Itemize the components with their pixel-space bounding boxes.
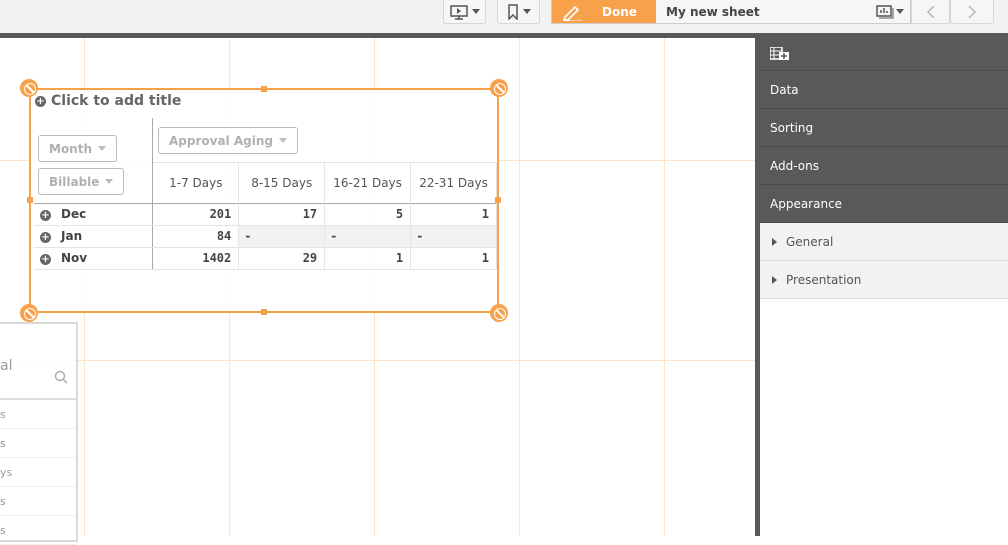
resize-handle-top-left[interactable]	[20, 79, 38, 97]
pencil-icon	[562, 5, 582, 21]
section-sorting[interactable]: Sorting	[760, 109, 1008, 147]
done-button[interactable]: Done	[552, 0, 656, 23]
column-header: 8-15 Days	[238, 161, 326, 203]
expand-icon[interactable]: +	[40, 254, 51, 265]
resize-handle-bottom-left[interactable]	[20, 304, 38, 322]
expand-triangle-icon	[772, 275, 777, 284]
month-dimension-pill[interactable]: Month	[38, 135, 118, 162]
add-table-icon	[770, 47, 789, 60]
toolbar: Done My new sheet	[0, 0, 1008, 33]
resize-handle-left[interactable]	[27, 197, 33, 203]
list-item[interactable]: s	[0, 429, 76, 458]
column-header: 16-21 Days	[324, 161, 412, 203]
table-row: + Dec 201 17 5 1	[34, 203, 497, 226]
list-item[interactable]: s	[0, 516, 76, 545]
pivot-table-object[interactable]: + Click to add title 1-7 Days 8-15 Days 1…	[20, 79, 508, 322]
search-icon[interactable]	[54, 370, 68, 384]
sheets-icon	[876, 4, 894, 18]
column-header: 1-7 Days	[152, 161, 240, 203]
edit-group: Done My new sheet	[551, 0, 911, 24]
approval-aging-dimension-pill[interactable]: Approval Aging	[158, 127, 298, 154]
resize-handle-bottom-right[interactable]	[490, 304, 508, 322]
presentation-icon	[449, 4, 468, 20]
expand-triangle-icon	[772, 237, 777, 246]
chevron-right-icon	[968, 4, 977, 19]
resize-handle-top-right[interactable]	[490, 79, 508, 97]
chevron-left-icon	[926, 4, 935, 19]
bookmark-icon	[507, 3, 518, 20]
next-sheet-button[interactable]	[950, 0, 994, 24]
section-data[interactable]: Data	[760, 71, 1008, 109]
bookmark-button[interactable]	[497, 0, 540, 24]
resize-handle-top[interactable]	[261, 86, 267, 92]
resize-handle-right[interactable]	[495, 197, 501, 203]
sheets-button[interactable]	[870, 0, 910, 23]
sheet-title[interactable]: My new sheet	[656, 0, 870, 23]
title-placeholder[interactable]: + Click to add title	[35, 93, 181, 109]
billable-dimension-pill[interactable]: Billable	[38, 168, 125, 195]
add-icon: +	[35, 95, 46, 107]
subsection-presentation[interactable]: Presentation	[760, 261, 1008, 299]
subsection-general[interactable]: General	[760, 223, 1008, 261]
list-item[interactable]: s	[0, 487, 76, 516]
section-add-ons[interactable]: Add-ons	[760, 147, 1008, 185]
listbox-title: al	[0, 358, 13, 374]
previous-sheet-button[interactable]	[911, 0, 950, 24]
list-item[interactable]: ys	[0, 458, 76, 487]
column-header: 22-31 Days	[410, 161, 497, 203]
table-row: + Jan 84- - -	[34, 225, 497, 248]
filter-listbox[interactable]: al s s ys s s	[0, 322, 78, 545]
done-label: Done	[602, 4, 637, 19]
properties-panel: Data Sorting Add-ons Appearance General …	[760, 38, 1008, 536]
expand-icon[interactable]: +	[40, 232, 51, 243]
list-item[interactable]: s	[0, 400, 76, 429]
resize-handle-bottom[interactable]	[261, 309, 267, 315]
present-button[interactable]	[443, 0, 486, 24]
expand-icon[interactable]: +	[40, 210, 51, 221]
section-appearance[interactable]: Appearance	[760, 185, 1008, 223]
table-row: + Nov 1402 29 1 1	[34, 247, 497, 270]
